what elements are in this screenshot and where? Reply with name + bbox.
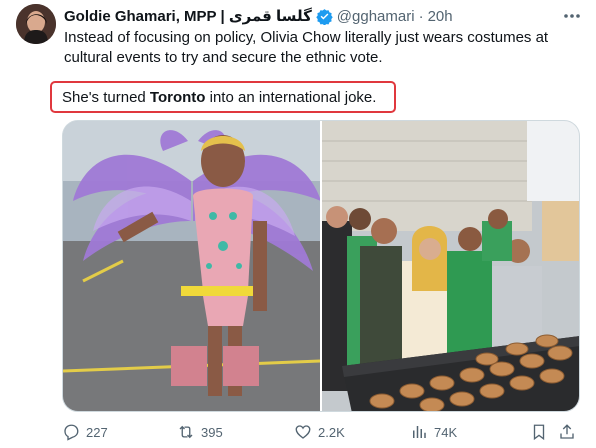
author-handle[interactable]: @gghamari (337, 8, 415, 25)
more-icon[interactable] (562, 8, 582, 24)
quote-after: into an international joke. (205, 89, 377, 106)
reply-icon (64, 424, 79, 441)
repost-count: 395 (201, 424, 223, 440)
bookmark-icon (533, 424, 545, 441)
photo-costume[interactable] (63, 121, 320, 411)
reply-count: 227 (86, 424, 108, 440)
author-name-script[interactable]: | گلسا قمری (221, 7, 312, 25)
views-icon (413, 426, 426, 438)
views-button[interactable]: 74K (410, 423, 457, 441)
like-count: 2.2K (318, 424, 345, 440)
separator-dot: · (418, 7, 424, 25)
repost-button[interactable]: 395 (177, 423, 223, 441)
photo-barbecue[interactable] (322, 121, 579, 411)
quote-bold: Toronto (149, 89, 206, 106)
quote-before: She's turned (62, 89, 150, 106)
action-bar: 227 395 2.2K 74K (62, 422, 582, 442)
tweet-text: Instead of focusing on policy, Olivia Ch… (64, 29, 549, 66)
share-icon (560, 424, 574, 439)
bookmark-button[interactable] (530, 423, 548, 441)
author-name[interactable]: Goldie Ghamari, MPP (64, 8, 217, 25)
avatar[interactable] (16, 4, 56, 44)
tweet-header: Goldie Ghamari, MPP | گلسا قمری @gghamar… (64, 6, 584, 26)
timestamp[interactable]: 20h (428, 8, 453, 25)
views-count: 74K (434, 424, 458, 440)
like-button[interactable]: 2.2K (294, 423, 345, 441)
highlighted-line: She's turned Toronto into an internation… (62, 89, 376, 106)
verified-badge-icon (316, 8, 333, 25)
reply-button[interactable]: 227 (62, 423, 108, 441)
like-icon (295, 425, 311, 439)
share-button[interactable] (558, 423, 576, 441)
repost-icon (179, 425, 193, 439)
media-grid (62, 120, 580, 412)
avatar-image (16, 4, 56, 44)
